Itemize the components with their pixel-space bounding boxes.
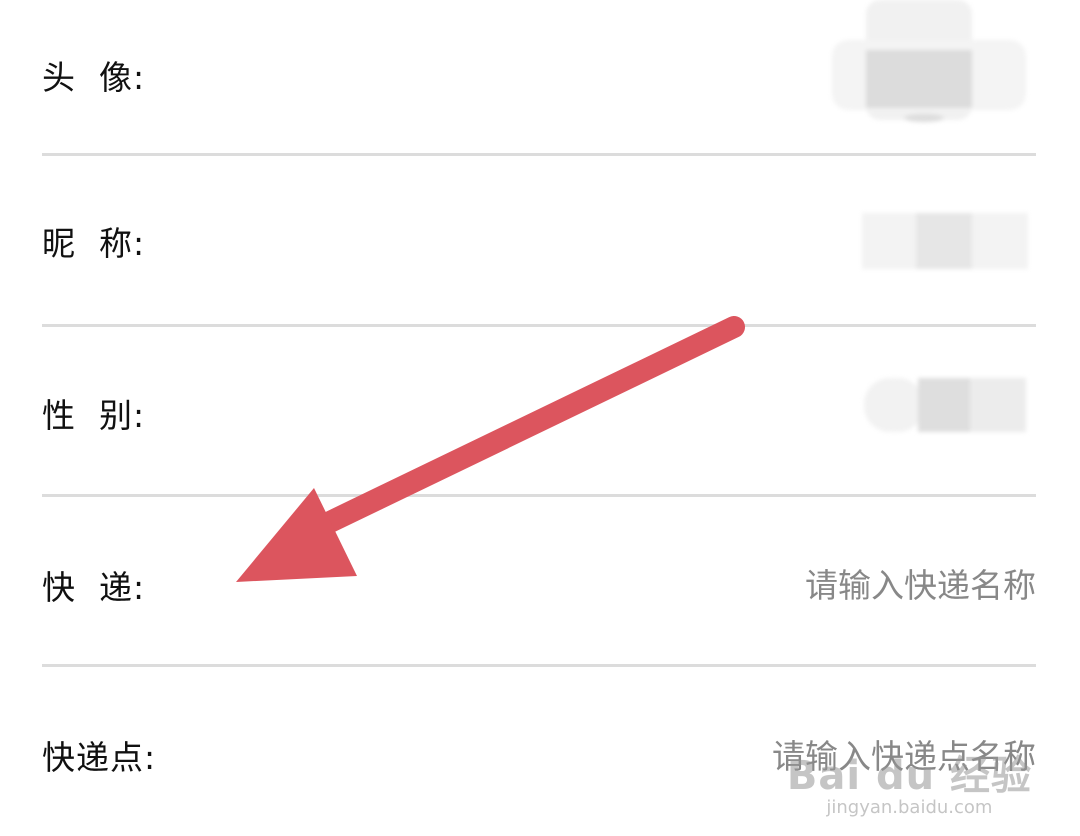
avatar[interactable] xyxy=(832,0,1032,125)
divider xyxy=(42,324,1036,327)
divider xyxy=(42,494,1036,497)
courier-point-label: 快递点: xyxy=(42,738,157,777)
watermark-brand: Bai du 经验 xyxy=(786,753,1032,799)
profile-form-page: 头 像: 昵 称: 性 别: 快 递: 请输入快递名称 快递点: 请输入快递点名… xyxy=(0,0,1080,836)
divider xyxy=(42,153,1036,156)
gender-label: 性 别: xyxy=(42,396,146,435)
divider xyxy=(42,664,1036,667)
nickname-value xyxy=(862,213,1032,271)
nickname-label: 昵 称: xyxy=(42,224,146,263)
courier-label: 快 递: xyxy=(42,568,146,607)
courier-name-input[interactable] xyxy=(636,562,1036,608)
avatar-label: 头 像: xyxy=(42,58,146,97)
watermark: Bai du 经验 jingyan.baidu.com xyxy=(787,743,1032,818)
gender-value xyxy=(862,378,1032,434)
